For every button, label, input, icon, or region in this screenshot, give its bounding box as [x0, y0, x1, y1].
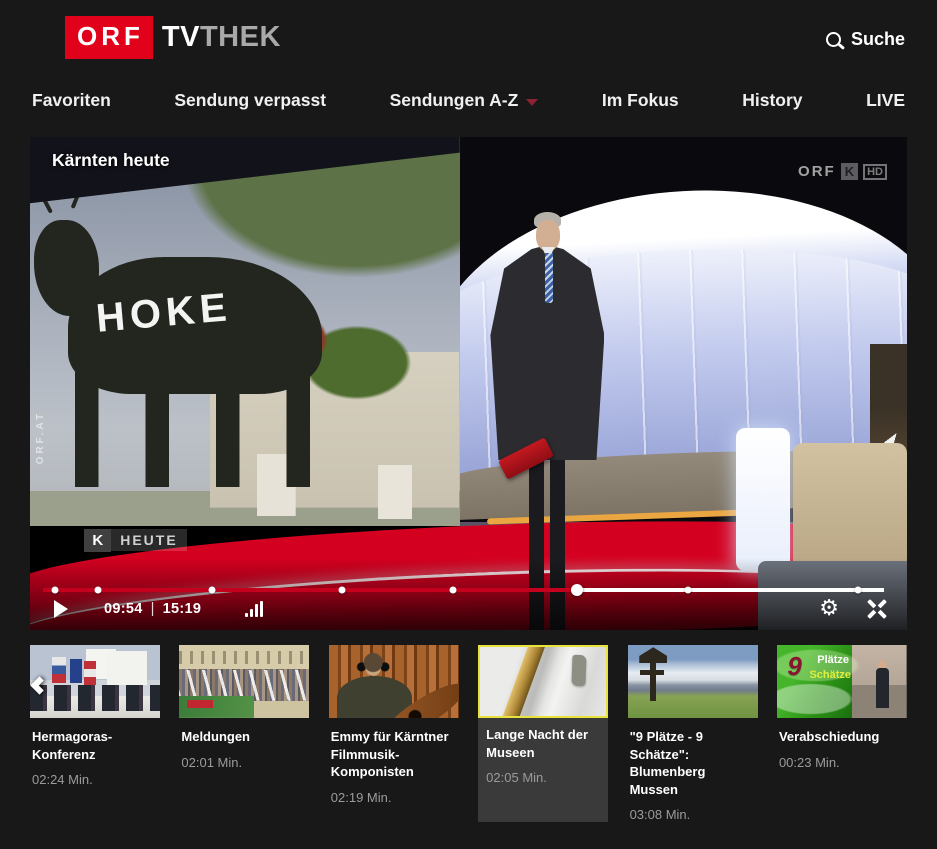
chevron-down-icon — [526, 99, 538, 106]
chevron-left-icon — [30, 676, 48, 694]
chapter-marker[interactable] — [51, 587, 58, 594]
card-title: Meldungen — [181, 728, 307, 746]
card-title: Emmy für Kärntner Filmmusik-Komponisten — [331, 728, 457, 781]
nav-item-sendung-verpasst[interactable]: Sendung verpasst — [174, 90, 326, 111]
card-meta: "9 Plätze - 9 Schätze": Blumenberg Musse… — [628, 718, 758, 822]
segment-carousel: Hermagoras-Konferenz 02:24 Min. Meldungen 0… — [30, 645, 907, 822]
orf-tvthek-logo[interactable]: ORF TVTHEK — [65, 16, 281, 59]
progress-played — [43, 588, 577, 592]
settings-gear-icon[interactable]: ⚙ — [819, 598, 839, 620]
studio-couch — [793, 443, 907, 571]
nav-item-sendungen-a-z[interactable]: Sendungen A-Z — [390, 90, 539, 111]
card-thumbnail — [480, 647, 606, 716]
card-title: Hermagoras-Konferenz — [32, 728, 158, 763]
nav-item-label: Sendung verpasst — [174, 90, 326, 111]
current-time: 09:54 — [104, 601, 143, 617]
bull-legs — [75, 372, 310, 487]
card-duration: 00:23 Min. — [779, 755, 905, 770]
watermark-orf: ORF — [798, 163, 836, 180]
carousel-card-meldungen[interactable]: Meldungen 02:01 Min. — [179, 645, 309, 822]
watermark-hd: HD — [863, 164, 887, 180]
card-thumbnail: 9 Plätze Schätze — [777, 645, 907, 718]
nav-item-label: Im Fokus — [602, 90, 679, 111]
k-heute-text: HEUTE — [111, 529, 186, 551]
card-duration: 02:01 Min. — [181, 755, 307, 770]
nav-item-label: History — [742, 90, 802, 111]
card-duration: 02:24 Min. — [32, 772, 158, 787]
thumbnail-text-big: 9 — [787, 651, 801, 682]
search-button[interactable]: Suche — [826, 29, 905, 50]
nav-item-im-fokus[interactable]: Im Fokus — [602, 90, 679, 111]
card-title: "9 Plätze - 9 Schätze": Blumenberg Musse… — [630, 728, 756, 798]
volume-icon[interactable] — [245, 601, 263, 617]
watermark-k: K — [841, 163, 858, 180]
nav-item-label: Sendungen A-Z — [390, 90, 519, 111]
carousel-card-lange-nacht-der-museen[interactable]: Lange Nacht der Museen 02:05 Min. — [478, 645, 608, 822]
nav-item-favoriten[interactable]: Favoriten — [32, 90, 111, 111]
carousel-card-emmy-f-r-k-rntner-filmmusik-komponisten[interactable]: Emmy für Kärntner Filmmusik-Komponisten 0… — [329, 645, 459, 822]
play-button[interactable] — [54, 600, 68, 618]
chapter-marker[interactable] — [209, 587, 216, 594]
k-heute-bug: K HEUTE — [84, 529, 186, 552]
thumbnail-text-line2: Schätze — [809, 669, 851, 681]
k-heute-k: K — [84, 529, 111, 552]
card-duration: 02:19 Min. — [331, 790, 457, 805]
card-meta: Verabschiedung 00:23 Min. — [777, 718, 907, 770]
chapter-marker[interactable] — [685, 587, 692, 594]
card-meta: Lange Nacht der Museen 02:05 Min. — [478, 716, 608, 785]
bull-sign: HOKE — [34, 192, 343, 504]
studio-left-screen: HOKE ORF.AT — [30, 137, 460, 526]
search-label: Suche — [851, 29, 905, 50]
nav-item-label: Favoriten — [32, 90, 111, 111]
player-right-icons: ⚙ — [819, 598, 887, 620]
carousel-card-verabschiedung[interactable]: 9 Plätze Schätze Verabschiedung 00:23 Min. — [777, 645, 907, 822]
video-player: HOKE ORF.AT K HEUTE — [30, 137, 907, 630]
channel-watermark: ORF K HD — [798, 163, 887, 180]
player-controls: 09:54 | 15:19 ⚙ — [43, 595, 887, 623]
orf-at-watermark: ORF.AT — [35, 411, 46, 464]
fullscreen-icon[interactable] — [867, 599, 887, 619]
progress-bar[interactable] — [43, 588, 884, 592]
card-meta: Meldungen 02:01 Min. — [179, 718, 309, 770]
chapter-marker[interactable] — [338, 587, 345, 594]
total-duration: 15:19 — [163, 601, 202, 617]
thumbnail-text-line1: Plätze — [817, 654, 849, 666]
time-separator: | — [151, 601, 155, 617]
time-display: 09:54 | 15:19 — [104, 601, 201, 617]
card-duration: 03:08 Min. — [630, 807, 756, 822]
video-frame[interactable]: HOKE ORF.AT K HEUTE — [30, 137, 907, 630]
card-meta: Hermagoras-Konferenz 02:24 Min. — [30, 718, 160, 787]
chapter-marker[interactable] — [94, 587, 101, 594]
card-meta: Emmy für Kärntner Filmmusik-Komponisten 0… — [329, 718, 459, 805]
search-icon — [826, 32, 841, 47]
card-title: Verabschiedung — [779, 728, 905, 746]
tvthek-thek: THEK — [200, 21, 281, 53]
card-duration: 02:05 Min. — [486, 770, 600, 785]
nav-item-label: LIVE — [866, 90, 905, 111]
presenter-head — [536, 220, 560, 251]
main-nav: Favoriten Sendung verpasst Sendungen A-Z Im… — [32, 90, 905, 111]
presenter-tie — [545, 253, 553, 303]
card-thumbnail — [628, 645, 758, 718]
video-title-overlay: Kärnten heute — [52, 150, 170, 171]
nav-item-history[interactable]: History — [742, 90, 802, 111]
carousel-prev-button[interactable] — [33, 665, 63, 705]
chapter-marker[interactable] — [854, 587, 861, 594]
studio-glow-panel — [736, 428, 790, 571]
tvthek-tv: TV — [162, 21, 200, 53]
card-thumbnail — [329, 645, 459, 718]
chapter-marker[interactable] — [450, 587, 457, 594]
orf-logo-box: ORF — [65, 16, 153, 59]
carousel-card-9-pl-tze-9-sch-tze-blumenberg-mussen[interactable]: "9 Plätze - 9 Schätze": Blumenberg Musse… — [628, 645, 758, 822]
card-thumbnail — [179, 645, 309, 718]
nav-item-live[interactable]: LIVE — [866, 90, 905, 111]
tvthek-wordmark: TVTHEK — [162, 21, 281, 54]
card-title: Lange Nacht der Museen — [486, 726, 600, 761]
app-header: ORF TVTHEK Suche — [0, 0, 937, 85]
